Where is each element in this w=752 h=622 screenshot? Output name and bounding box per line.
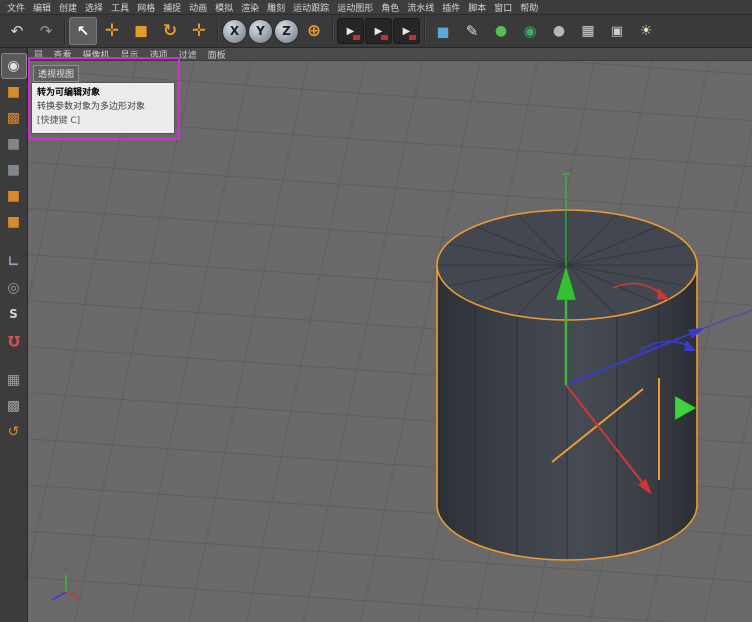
add-environment-button[interactable]: ▦ bbox=[574, 17, 602, 45]
tooltip-shortcut: [快捷键 C] bbox=[37, 115, 81, 126]
rotate-tool[interactable]: ↻ bbox=[156, 17, 184, 45]
coordinate-system-toggle[interactable]: ⊕ bbox=[300, 17, 328, 45]
uv-mode-button[interactable]: ■ bbox=[2, 210, 26, 234]
viewport-solo-button[interactable]: ◎ bbox=[2, 276, 26, 300]
menu-script[interactable]: 脚本 bbox=[464, 0, 490, 15]
redo-button[interactable]: ↷ bbox=[32, 17, 60, 45]
menu-simulate[interactable]: 模拟 bbox=[211, 0, 237, 15]
scale-tool[interactable]: ◼ bbox=[127, 17, 155, 45]
add-camera-button[interactable]: ▣ bbox=[603, 17, 631, 45]
layer-lock-button[interactable]: ▩ bbox=[2, 394, 26, 418]
add-mograph-object-button[interactable]: ◉ bbox=[516, 17, 544, 45]
menu-mesh[interactable]: 网格 bbox=[133, 0, 159, 15]
tooltip-title: 转为可编辑对象 bbox=[37, 88, 101, 98]
menu-select[interactable]: 选择 bbox=[81, 0, 107, 15]
point-mode-button[interactable]: ■ bbox=[2, 132, 26, 156]
viewport-menu-bar: ▤ 查看 摄像机 显示 选项 过滤 面板 bbox=[28, 48, 752, 61]
undo-button[interactable]: ↶ bbox=[3, 17, 31, 45]
menu-sculpt[interactable]: 雕刻 bbox=[263, 0, 289, 15]
menu-window[interactable]: 窗口 bbox=[490, 0, 516, 15]
menu-motion-tracker[interactable]: 运动跟踪 bbox=[289, 0, 333, 15]
model-mode-button[interactable]: ■ bbox=[2, 80, 26, 104]
lock-z-axis-button[interactable]: Z bbox=[274, 18, 299, 44]
vp-menu-display[interactable]: 显示 bbox=[121, 48, 139, 61]
menu-pipeline[interactable]: 流水线 bbox=[403, 0, 438, 15]
main-toolbar: ↶ ↷ ↖ ✛ ◼ ↻ ✛ X Y Z ⊕ ▶ ▶ ▶ ◼ ✎ ● ◉ ● ▦ … bbox=[0, 15, 752, 48]
menu-animate[interactable]: 动画 bbox=[185, 0, 211, 15]
application-window: 文件 编辑 创建 选择 工具 网格 捕捉 动画 模拟 渲染 雕刻 运动跟踪 运动… bbox=[0, 0, 752, 622]
render-view-button[interactable]: ▶ bbox=[337, 18, 364, 44]
axis-indicator bbox=[51, 575, 83, 601]
toolbar-separator bbox=[214, 17, 221, 45]
add-light-button[interactable]: ☀ bbox=[632, 17, 660, 45]
lock-x-axis-button[interactable]: X bbox=[222, 18, 247, 44]
tooltip-description: 转换参数对象为多边形对象 bbox=[37, 101, 146, 112]
make-editable-button[interactable]: ◉ bbox=[1, 54, 26, 78]
menu-file[interactable]: 文件 bbox=[3, 0, 29, 15]
texture-axis-mode-button[interactable]: ▩ bbox=[2, 106, 26, 130]
viewport-grid-icon: ▤ bbox=[34, 49, 43, 59]
add-spline-pen-button[interactable]: ✎ bbox=[458, 17, 486, 45]
toolbar-separator bbox=[329, 17, 336, 45]
viewport-canvas[interactable] bbox=[28, 48, 752, 622]
vp-menu-view[interactable]: 查看 bbox=[54, 48, 72, 61]
render-settings-button[interactable]: ▶ bbox=[393, 18, 420, 44]
vp-menu-options[interactable]: 选项 bbox=[150, 48, 168, 61]
menu-create[interactable]: 创建 bbox=[55, 0, 81, 15]
menu-mograph[interactable]: 运动图形 bbox=[333, 0, 377, 15]
menu-plugins[interactable]: 插件 bbox=[438, 0, 464, 15]
toolbar-separator bbox=[61, 17, 68, 45]
perspective-viewport[interactable]: ▤ 查看 摄像机 显示 选项 过滤 面板 透视视图 转为可编辑对象 转换参数对象… bbox=[28, 48, 752, 622]
toolbar-separator bbox=[421, 17, 428, 45]
snap-button[interactable]: S bbox=[2, 302, 26, 326]
axis-modification-button[interactable]: ↺ bbox=[2, 420, 26, 444]
lock-y-axis-button[interactable]: Y bbox=[248, 18, 273, 44]
add-deformer-button[interactable]: ● bbox=[545, 17, 573, 45]
polygon-mode-button[interactable]: ■ bbox=[2, 184, 26, 208]
magnet-tool-button[interactable]: Ω bbox=[2, 328, 26, 352]
move-tool[interactable]: ✛ bbox=[98, 17, 126, 45]
menu-snap[interactable]: 捕捉 bbox=[159, 0, 185, 15]
viewport-title-label: 透视视图 bbox=[33, 65, 80, 82]
add-generator-button[interactable]: ● bbox=[487, 17, 515, 45]
last-used-tool[interactable]: ✛ bbox=[185, 17, 213, 45]
add-primitive-cube-button[interactable]: ◼ bbox=[429, 17, 457, 45]
menu-help[interactable]: 帮助 bbox=[516, 0, 542, 15]
menu-render[interactable]: 渲染 bbox=[237, 0, 263, 15]
tooltip: 转为可编辑对象 转换参数对象为多边形对象 [快捷键 C] bbox=[31, 82, 175, 134]
workplane-button[interactable]: ∟ bbox=[2, 250, 26, 274]
vp-menu-filter[interactable]: 过滤 bbox=[179, 48, 197, 61]
mode-toolbar: ◉ ■ ▩ ■ ■ ■ ■ ∟ ◎ S Ω ▦ ▩ ↺ bbox=[0, 48, 28, 622]
edge-mode-button[interactable]: ■ bbox=[2, 158, 26, 182]
texture-paint-button[interactable]: ▦ bbox=[2, 368, 26, 392]
menu-character[interactable]: 角色 bbox=[377, 0, 403, 15]
menu-edit[interactable]: 编辑 bbox=[29, 0, 55, 15]
vp-menu-cameras[interactable]: 摄像机 bbox=[83, 48, 110, 61]
render-to-picture-viewer-button[interactable]: ▶ bbox=[365, 18, 392, 44]
live-selection-tool[interactable]: ↖ bbox=[69, 17, 97, 45]
main-menu-bar: 文件 编辑 创建 选择 工具 网格 捕捉 动画 模拟 渲染 雕刻 运动跟踪 运动… bbox=[0, 0, 752, 15]
vp-menu-panel[interactable]: 面板 bbox=[208, 48, 226, 61]
menu-tools[interactable]: 工具 bbox=[107, 0, 133, 15]
